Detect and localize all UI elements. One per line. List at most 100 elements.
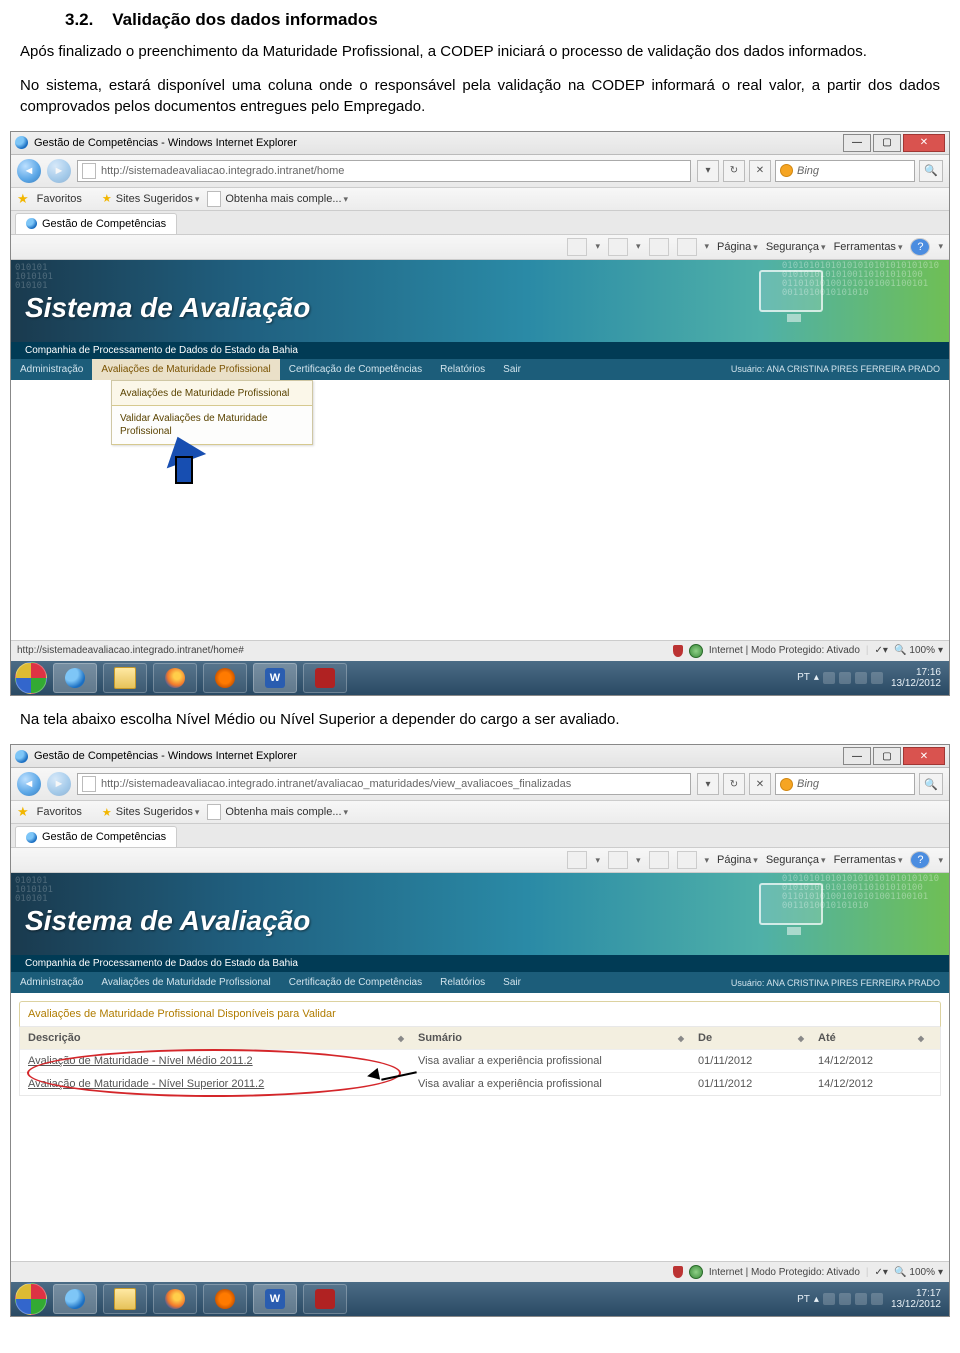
tray-lang[interactable]: PT <box>797 1294 810 1305</box>
taskbar-firefox[interactable] <box>153 663 197 693</box>
feeds-icon[interactable] <box>608 238 628 256</box>
taskbar-word[interactable] <box>253 663 297 693</box>
tray-network-icon[interactable] <box>855 1293 867 1305</box>
refresh-button[interactable]: ↻ <box>723 160 745 182</box>
security-menu[interactable]: Segurança <box>766 854 826 866</box>
col-sumario[interactable]: Sumário <box>410 1027 690 1049</box>
row-desc-link[interactable]: Avaliação de Maturidade - Nível Médio 20… <box>20 1050 410 1072</box>
page-menu[interactable]: Página <box>717 241 758 253</box>
help-icon[interactable]: ? <box>910 851 930 869</box>
home-icon[interactable] <box>567 238 587 256</box>
col-de[interactable]: De <box>690 1027 810 1049</box>
tray-icon[interactable] <box>823 1293 835 1305</box>
print-icon[interactable] <box>677 851 697 869</box>
dropdown-button[interactable]: ▾ <box>697 160 719 182</box>
stop-button[interactable]: ✕ <box>749 160 771 182</box>
menu-sair[interactable]: Sair <box>494 359 530 380</box>
submenu-item-validar[interactable]: Validar Avaliações de Maturidade Profiss… <box>112 405 312 445</box>
taskbar-ie[interactable] <box>53 663 97 693</box>
menu-certificacao[interactable]: Certificação de Competências <box>280 972 431 993</box>
col-descricao[interactable]: Descrição <box>20 1027 410 1049</box>
favorites-star-icon[interactable]: ★ <box>17 191 29 207</box>
tools-menu[interactable]: Ferramentas <box>834 854 903 866</box>
page-menu[interactable]: Página <box>717 854 758 866</box>
dropdown-button[interactable]: ▾ <box>697 773 719 795</box>
menu-administracao[interactable]: Administração <box>11 972 92 993</box>
url-input[interactable]: http://sistemadeavaliacao.integrado.intr… <box>77 773 691 795</box>
start-button[interactable] <box>15 1283 47 1315</box>
row-desc-link[interactable]: Avaliação de Maturidade - Nível Superior… <box>20 1073 410 1095</box>
menu-relatorios[interactable]: Relatórios <box>431 359 494 380</box>
protected-mode-toggle[interactable]: ✓▾ <box>875 645 888 656</box>
mail-icon[interactable] <box>649 238 669 256</box>
browser-tab[interactable]: Gestão de Competências <box>15 826 177 847</box>
taskbar-ie[interactable] <box>53 1284 97 1314</box>
zoom-control[interactable]: 🔍 100% ▾ <box>894 1267 943 1278</box>
menu-avaliacoes[interactable]: Avaliações de Maturidade Profissional <box>92 359 279 380</box>
start-button[interactable] <box>15 662 47 694</box>
search-button[interactable]: 🔍 <box>919 773 943 795</box>
protected-mode-toggle[interactable]: ✓▾ <box>875 1267 888 1278</box>
tray-lang[interactable]: PT <box>797 672 810 683</box>
submenu-item-avaliacoes[interactable]: Avaliações de Maturidade Profissional <box>112 381 312 406</box>
mail-icon[interactable] <box>649 851 669 869</box>
security-menu[interactable]: Segurança <box>766 241 826 253</box>
favorites-label[interactable]: Favoritos <box>37 806 82 818</box>
maximize-button[interactable]: ▢ <box>873 134 901 152</box>
tray-clock[interactable]: 17:17 13/12/2012 <box>887 1288 945 1310</box>
taskbar-firefox[interactable] <box>153 1284 197 1314</box>
zoom-control[interactable]: 🔍 100% ▾ <box>894 645 943 656</box>
minimize-button[interactable]: — <box>843 134 871 152</box>
sites-sugeridos-link[interactable]: ★ Sites Sugeridos <box>102 192 199 205</box>
obtenha-link[interactable]: Obtenha mais comple... <box>207 804 348 820</box>
menu-sair[interactable]: Sair <box>494 972 530 993</box>
favorites-star-icon[interactable]: ★ <box>17 804 29 820</box>
search-input[interactable]: Bing <box>775 773 915 795</box>
panel-title: Avaliações de Maturidade Profissional Di… <box>19 1001 941 1027</box>
browser-tab[interactable]: Gestão de Competências <box>15 213 177 234</box>
col-ate[interactable]: Até <box>810 1027 930 1049</box>
tray-chevron[interactable]: ▴ <box>814 1294 819 1305</box>
taskbar-pdf[interactable] <box>303 663 347 693</box>
taskbar-mediaplayer[interactable] <box>203 1284 247 1314</box>
stop-button[interactable]: ✕ <box>749 773 771 795</box>
search-button[interactable]: 🔍 <box>919 160 943 182</box>
nav-back-button[interactable]: ◄ <box>17 772 41 796</box>
sites-sugeridos-link[interactable]: ★ Sites Sugeridos <box>102 806 199 819</box>
help-icon[interactable]: ? <box>910 238 930 256</box>
taskbar-explorer[interactable] <box>103 663 147 693</box>
tray-volume-icon[interactable] <box>871 1293 883 1305</box>
tray-chevron[interactable]: ▴ <box>814 672 819 683</box>
favorites-label[interactable]: Favoritos <box>37 193 82 205</box>
obtenha-link[interactable]: Obtenha mais comple... <box>207 191 348 207</box>
close-button[interactable]: ✕ <box>903 134 945 152</box>
home-icon[interactable] <box>567 851 587 869</box>
refresh-button[interactable]: ↻ <box>723 773 745 795</box>
print-icon[interactable] <box>677 238 697 256</box>
tray-icon[interactable] <box>823 672 835 684</box>
menu-administracao[interactable]: Administração <box>11 359 92 380</box>
maximize-button[interactable]: ▢ <box>873 747 901 765</box>
nav-forward-button[interactable]: ► <box>47 159 71 183</box>
minimize-button[interactable]: — <box>843 747 871 765</box>
menu-relatorios[interactable]: Relatórios <box>431 972 494 993</box>
nav-back-button[interactable]: ◄ <box>17 159 41 183</box>
menu-certificacao[interactable]: Certificação de Competências <box>280 359 431 380</box>
close-button[interactable]: ✕ <box>903 747 945 765</box>
taskbar-word[interactable] <box>253 1284 297 1314</box>
tray-clock[interactable]: 17:16 13/12/2012 <box>887 667 945 689</box>
tray-volume-icon[interactable] <box>871 672 883 684</box>
tray-network-icon[interactable] <box>855 672 867 684</box>
tray-icon[interactable] <box>839 1293 851 1305</box>
taskbar-explorer[interactable] <box>103 1284 147 1314</box>
tray-icon[interactable] <box>839 672 851 684</box>
tools-menu[interactable]: Ferramentas <box>834 241 903 253</box>
taskbar-mediaplayer[interactable] <box>203 663 247 693</box>
taskbar-pdf[interactable] <box>303 1284 347 1314</box>
search-input[interactable]: Bing <box>775 160 915 182</box>
menu-avaliacoes[interactable]: Avaliações de Maturidade Profissional <box>92 972 279 993</box>
feeds-icon[interactable] <box>608 851 628 869</box>
url-input[interactable]: http://sistemadeavaliacao.integrado.intr… <box>77 160 691 182</box>
nav-forward-button[interactable]: ► <box>47 772 71 796</box>
status-bar: http://sistemadeavaliacao.integrado.intr… <box>11 640 949 661</box>
